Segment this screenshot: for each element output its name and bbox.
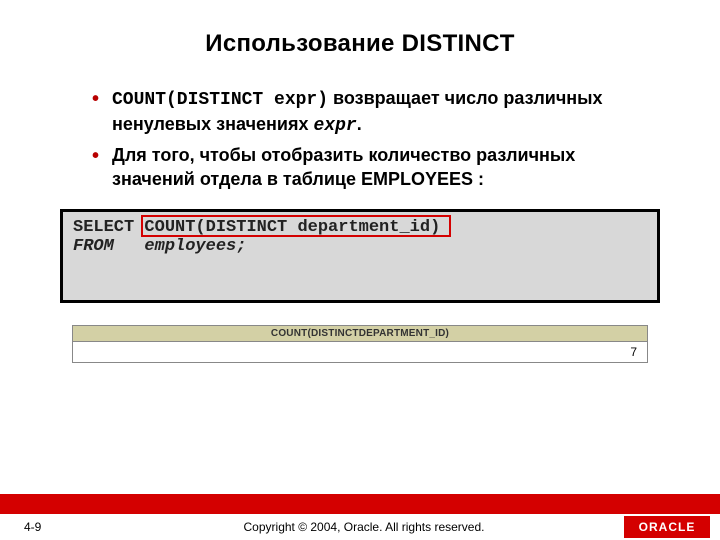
- footer: 4-9 Copyright © 2004, Oracle. All rights…: [0, 494, 720, 540]
- bullet-1-expr: expr: [313, 116, 356, 136]
- code-line-1b: COUNT(DISTINCT department_id): [144, 218, 440, 237]
- result-table: COUNT(DISTINCTDEPARTMENT_ID) 7: [72, 325, 648, 363]
- slide: Использование DISTINCT COUNT(DISTINCT ex…: [0, 0, 720, 540]
- body: COUNT(DISTINCT expr) возвращает число ра…: [0, 58, 720, 191]
- page-title: Использование DISTINCT: [0, 0, 720, 58]
- copyright-text: Copyright © 2004, Oracle. All rights res…: [104, 520, 624, 534]
- sql-code-block: SELECT COUNT(DISTINCT department_id) FRO…: [60, 209, 660, 303]
- oracle-logo: ORACLE: [624, 516, 710, 538]
- bullet-1-code: COUNT(DISTINCT expr): [112, 90, 328, 110]
- result-value: 7: [73, 342, 647, 363]
- code-line-1a: SELECT: [73, 218, 144, 237]
- bullet-1: COUNT(DISTINCT expr) возвращает число ра…: [92, 86, 660, 139]
- footer-row: 4-9 Copyright © 2004, Oracle. All rights…: [0, 514, 720, 540]
- bullet-1-tail: .: [357, 114, 362, 134]
- footer-red-bar: [0, 494, 720, 514]
- bullet-2: Для того, чтобы отобразить количество ра…: [92, 143, 660, 192]
- result-header: COUNT(DISTINCTDEPARTMENT_ID): [73, 326, 647, 342]
- oracle-logo-text: ORACLE: [639, 520, 696, 534]
- page-number: 4-9: [24, 520, 104, 534]
- code-line-2: FROM employees;: [73, 237, 246, 256]
- bullet-list: COUNT(DISTINCT expr) возвращает число ра…: [92, 86, 660, 191]
